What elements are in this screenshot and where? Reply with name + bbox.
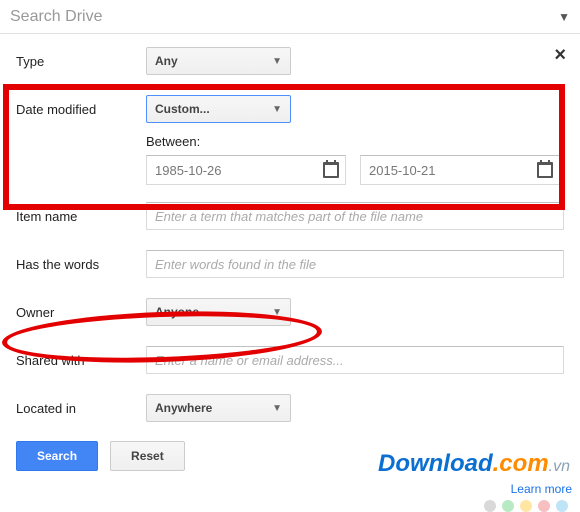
chevron-down-icon: ▼ <box>272 104 282 115</box>
label-between: Between: <box>146 134 564 149</box>
search-options-caret-icon[interactable]: ▼ <box>558 10 570 24</box>
watermark-part1: Download <box>378 450 493 477</box>
reset-button[interactable]: Reset <box>110 441 185 471</box>
row-item-name: Item name <box>16 201 564 231</box>
reset-button-label: Reset <box>131 449 164 463</box>
dropdown-owner[interactable]: Anyone ▼ <box>146 298 291 326</box>
search-bar[interactable]: Search Drive ▼ <box>0 0 580 34</box>
dropdown-type[interactable]: Any ▼ <box>146 47 291 75</box>
row-located-in: Located in Anywhere ▼ <box>16 393 564 423</box>
calendar-icon[interactable] <box>323 162 339 178</box>
dropdown-type-value: Any <box>155 54 178 68</box>
dropdown-located-value: Anywhere <box>155 401 212 415</box>
date-from-input[interactable]: 1985-10-26 <box>146 155 346 185</box>
input-has-words[interactable] <box>146 250 564 278</box>
row-date-modified: Date modified Custom... ▼ <box>16 94 564 124</box>
dropdown-located-in[interactable]: Anywhere ▼ <box>146 394 291 422</box>
row-shared-with: Shared with <box>16 345 564 375</box>
search-placeholder: Search Drive <box>10 8 558 26</box>
row-type: Type Any ▼ <box>16 46 564 76</box>
watermark-logo: Download.com.vn <box>378 450 570 478</box>
dot-icon <box>502 500 514 512</box>
chevron-down-icon: ▼ <box>272 307 282 318</box>
row-owner: Owner Anyone ▼ <box>16 297 564 327</box>
chevron-down-icon: ▼ <box>272 56 282 67</box>
advanced-search-panel: × Type Any ▼ Date modified Custom... ▼ B… <box>0 34 580 471</box>
watermark-part3: .vn <box>549 458 570 475</box>
search-button[interactable]: Search <box>16 441 98 471</box>
chevron-down-icon: ▼ <box>272 403 282 414</box>
calendar-icon[interactable] <box>537 162 553 178</box>
date-row: 1985-10-26 2015-10-21 <box>146 155 564 185</box>
watermark-part2: .com <box>493 450 549 477</box>
input-shared-with[interactable] <box>146 346 564 374</box>
dot-icon <box>484 500 496 512</box>
label-date-modified: Date modified <box>16 102 146 117</box>
dot-icon <box>538 500 550 512</box>
label-item-name: Item name <box>16 209 146 224</box>
dot-icon <box>520 500 532 512</box>
dot-icon <box>556 500 568 512</box>
decorative-dots <box>484 500 568 512</box>
label-owner: Owner <box>16 305 146 320</box>
row-has-words: Has the words <box>16 249 564 279</box>
dropdown-owner-value: Anyone <box>155 305 199 319</box>
input-item-name[interactable] <box>146 202 564 230</box>
date-range-block: Between: 1985-10-26 2015-10-21 <box>146 134 564 185</box>
label-located-in: Located in <box>16 401 146 416</box>
date-to-input[interactable]: 2015-10-21 <box>360 155 560 185</box>
date-from-value: 1985-10-26 <box>155 163 323 178</box>
label-type: Type <box>16 54 146 69</box>
close-icon[interactable]: × <box>554 44 566 67</box>
label-shared-with: Shared with <box>16 353 146 368</box>
label-has-words: Has the words <box>16 257 146 272</box>
search-button-label: Search <box>37 449 77 463</box>
dropdown-date-modified[interactable]: Custom... ▼ <box>146 95 291 123</box>
date-to-value: 2015-10-21 <box>369 163 537 178</box>
learn-more-link[interactable]: Learn more <box>511 482 572 496</box>
dropdown-date-modified-value: Custom... <box>155 102 210 116</box>
